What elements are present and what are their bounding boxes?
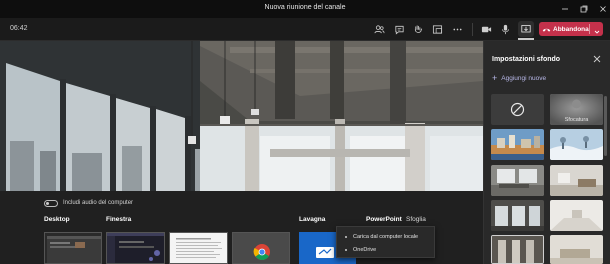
leave-button-divider xyxy=(589,24,590,34)
window-thumbnail-teams[interactable] xyxy=(106,232,165,264)
menu-item-onedrive[interactable]: OneDrive xyxy=(337,243,436,257)
window-thumbnail-chrome[interactable] xyxy=(232,232,290,264)
upload-icon xyxy=(345,236,347,238)
more-icon[interactable] xyxy=(452,24,463,35)
chat-icon[interactable] xyxy=(394,24,405,35)
reactions-icon[interactable] xyxy=(413,24,424,35)
menu-item-upload-local[interactable]: Carica dal computer locale xyxy=(337,230,436,244)
toolbar-separator xyxy=(472,23,473,36)
no-background-icon xyxy=(510,102,525,117)
section-window: Finestra xyxy=(106,216,132,223)
background-tile-lounge[interactable] xyxy=(550,235,603,264)
restore-icon[interactable] xyxy=(575,0,593,18)
background-tile-office[interactable] xyxy=(491,165,544,196)
background-tile-winter[interactable] xyxy=(550,129,603,160)
browse-menu: Carica dal computer locale OneDrive xyxy=(336,226,435,258)
office-background-image xyxy=(0,41,483,191)
background-tile-city[interactable] xyxy=(491,129,544,160)
minimize-icon[interactable] xyxy=(556,0,574,18)
audio-toggle-label: Includi audio del computer xyxy=(63,200,134,206)
menu-item-label: OneDrive xyxy=(353,247,377,253)
background-tile-room[interactable] xyxy=(550,165,603,196)
background-blur-tile[interactable]: Sfocatura xyxy=(550,94,603,125)
panel-scrollbar[interactable] xyxy=(604,96,607,156)
audio-toggle[interactable] xyxy=(44,200,58,207)
meeting-timer: 06:42 xyxy=(10,25,28,32)
video-preview xyxy=(0,41,483,191)
close-icon[interactable] xyxy=(594,0,610,18)
menu-item-label: Carica dal computer locale xyxy=(353,234,419,240)
close-icon[interactable] xyxy=(592,55,602,65)
plus-icon: + xyxy=(492,73,498,83)
window-thumbnail-document[interactable] xyxy=(169,232,228,264)
section-powerpoint: PowerPoint xyxy=(366,216,402,223)
people-icon[interactable] xyxy=(374,24,385,35)
title-bar: Nuova riunione del canale xyxy=(0,0,610,18)
background-tile-hallway[interactable] xyxy=(491,235,544,264)
desktop-thumbnail[interactable] xyxy=(44,232,102,264)
meeting-toolbar: 06:42 Abbandona xyxy=(0,18,610,41)
chrome-icon xyxy=(253,244,270,260)
chevron-down-icon[interactable] xyxy=(592,24,602,34)
microphone-icon[interactable] xyxy=(500,24,511,35)
onedrive-icon xyxy=(345,249,347,251)
panel-title: Impostazioni sfondo xyxy=(492,56,561,63)
blur-label: Sfocatura xyxy=(564,117,589,123)
background-tile-white-room[interactable] xyxy=(550,200,603,231)
share-tray-icon[interactable] xyxy=(518,21,534,37)
window-title: Nuova riunione del canale xyxy=(264,4,346,11)
section-whiteboard: Lavagna xyxy=(299,216,326,223)
section-desktop: Desktop xyxy=(44,216,70,223)
toggle-knob xyxy=(46,202,49,205)
add-new-button[interactable]: + Aggiungi nuove xyxy=(492,73,547,83)
background-settings-panel: Impostazioni sfondo + Aggiungi nuove Sfo… xyxy=(483,41,610,264)
rooms-icon[interactable] xyxy=(432,24,443,35)
leave-button-label: Abbandona xyxy=(553,25,589,33)
leave-button[interactable]: Abbandona xyxy=(539,22,603,36)
share-active-indicator xyxy=(518,38,534,40)
browse-button[interactable]: Sfoglia xyxy=(406,216,426,223)
add-new-label: Aggiungi nuove xyxy=(501,75,547,82)
camera-icon[interactable] xyxy=(481,24,492,35)
hang-up-icon xyxy=(539,22,553,36)
background-tile-loft[interactable] xyxy=(491,200,544,231)
background-none-tile[interactable] xyxy=(491,94,544,125)
